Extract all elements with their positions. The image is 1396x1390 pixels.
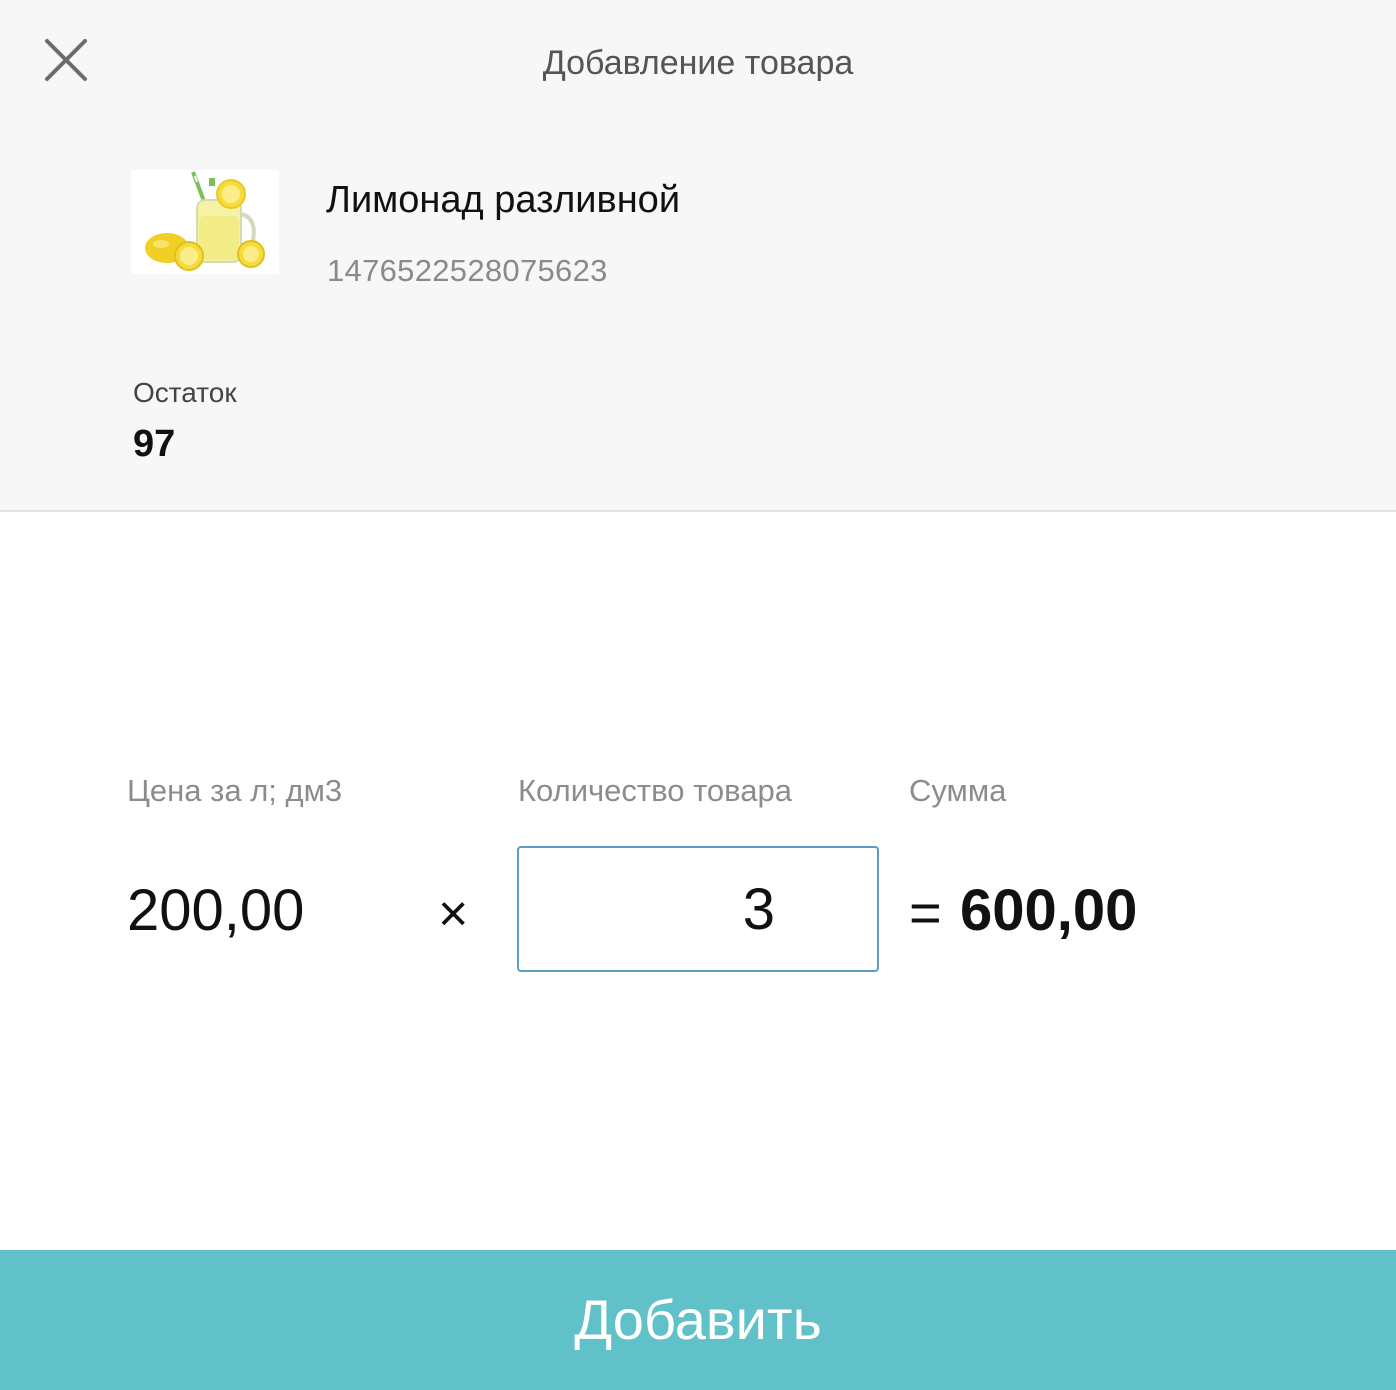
- stock-value: 97: [133, 423, 176, 465]
- quantity-input[interactable]: [517, 846, 879, 972]
- product-image: [131, 170, 279, 274]
- quantity-label: Количество товара: [518, 773, 793, 808]
- price-value: 200,00: [127, 878, 305, 943]
- product-name: Лимонад разливной: [326, 179, 681, 221]
- stock-label: Остаток: [133, 377, 237, 408]
- product-info-panel: Добавление товара Лимонад разливной 1476…: [0, 0, 1396, 512]
- lemonade-image-icon: [131, 170, 279, 274]
- modal-title: Добавление товара: [542, 44, 854, 82]
- sum-value: 600,00: [960, 878, 1138, 943]
- sum-label: Сумма: [909, 773, 1007, 808]
- add-button[interactable]: Добавить: [0, 1250, 1396, 1390]
- add-product-modal: Добавление товара Лимонад разливной 1476…: [0, 0, 1396, 1390]
- equals-sign: =: [909, 881, 942, 944]
- product-barcode: 1476522528075623: [327, 253, 608, 288]
- multiply-sign: ×: [438, 885, 469, 943]
- price-label: Цена за л; дм3: [127, 773, 343, 808]
